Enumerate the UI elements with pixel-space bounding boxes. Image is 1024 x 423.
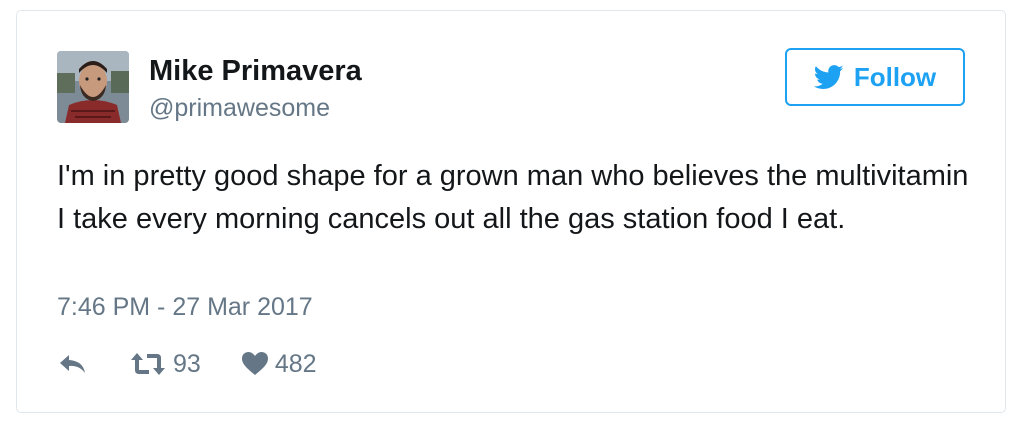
retweet-count: 93 xyxy=(173,349,201,378)
author-handle[interactable]: @primawesome xyxy=(149,94,330,123)
tweet-card: Mike Primavera @primawesome Follow I'm i… xyxy=(16,10,1006,413)
follow-label: Follow xyxy=(853,61,937,92)
avatar[interactable] xyxy=(57,51,129,123)
tweet-text: I'm in pretty good shape for a grown man… xyxy=(57,160,969,235)
like-button[interactable]: 482 xyxy=(241,350,317,379)
reply-button[interactable] xyxy=(57,352,89,376)
twitter-bird-icon xyxy=(813,64,844,89)
tweet-timestamp[interactable]: 7:46 PM - 27 Mar 2017 xyxy=(57,293,313,322)
heart-icon xyxy=(241,352,268,375)
author-name[interactable]: Mike Primavera xyxy=(149,55,362,88)
retweet-icon xyxy=(131,353,165,375)
reply-icon xyxy=(60,355,85,373)
retweet-button[interactable]: 93 xyxy=(129,350,201,379)
follow-button[interactable]: Follow xyxy=(785,48,965,106)
tweet-actions: 93 482 xyxy=(57,344,317,384)
profile-photo xyxy=(57,51,129,123)
like-count: 482 xyxy=(274,349,317,378)
